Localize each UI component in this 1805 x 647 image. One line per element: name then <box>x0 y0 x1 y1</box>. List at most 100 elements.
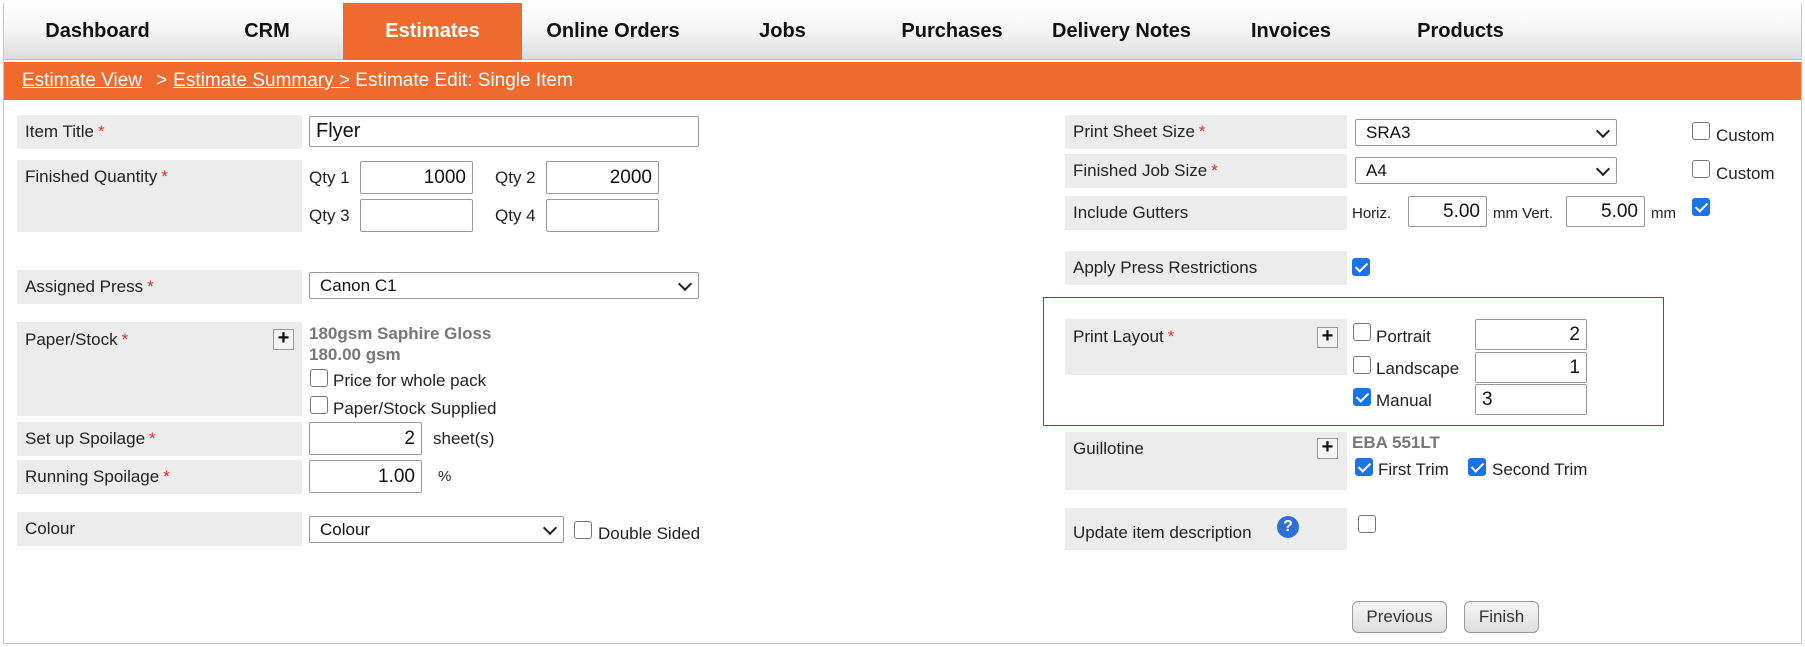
price-whole-pack-label: Price for whole pack <box>333 371 487 390</box>
qty3-input[interactable] <box>360 199 473 232</box>
job-custom-checkbox[interactable] <box>1692 160 1710 178</box>
assigned-press-select[interactable]: Canon C1 <box>309 272 699 299</box>
paper-supplied-label: Paper/Stock Supplied <box>333 399 497 418</box>
breadcrumb-separator: > <box>156 70 168 91</box>
gutter-end-label: mm <box>1651 205 1676 222</box>
running-spoilage-label-text: Running Spoilage <box>25 467 160 486</box>
breadcrumb-current: Estimate Edit: Single Item <box>355 70 573 91</box>
portrait-input[interactable] <box>1475 319 1587 350</box>
nav-invoices[interactable]: Invoices <box>1200 3 1382 60</box>
finished-quantity-label: Finished Quantity * <box>17 160 302 232</box>
item-title-input[interactable] <box>309 116 699 147</box>
nav-online-orders[interactable]: Online Orders <box>522 3 704 60</box>
nav-products[interactable]: Products <box>1382 3 1539 60</box>
manual-label: Manual <box>1376 391 1432 410</box>
assigned-press-value: Canon C1 <box>320 276 397 295</box>
print-sheet-size-select[interactable]: SRA3 <box>1355 119 1617 146</box>
qty1-input[interactable] <box>360 161 473 194</box>
manual-checkbox[interactable] <box>1353 388 1371 406</box>
colour-value: Colour <box>320 520 371 539</box>
breadcrumb-estimate-view[interactable]: Estimate View <box>22 70 142 91</box>
double-sided-checkbox[interactable] <box>574 521 592 539</box>
gutter-vert-input[interactable] <box>1566 196 1645 227</box>
update-description-label: Update item description <box>1065 508 1347 550</box>
assigned-press-label-text: Assigned Press <box>25 277 144 296</box>
running-spoilage-input[interactable] <box>309 460 422 493</box>
paper-stock-name: 180gsm Saphire Gloss <box>309 324 492 343</box>
update-description-checkbox[interactable] <box>1358 515 1376 533</box>
setup-spoilage-label: Set up Spoilage * <box>17 422 302 456</box>
gutter-horiz-label: Horiz. <box>1352 205 1392 222</box>
sheet-custom-checkbox[interactable] <box>1692 122 1710 140</box>
breadcrumb-estimate-summary[interactable]: Estimate Summary > <box>173 70 350 91</box>
update-description-label-text: Update item description <box>1073 523 1252 542</box>
sheet-custom-label: Custom <box>1716 126 1775 145</box>
nav-delivery-notes[interactable]: Delivery Notes <box>1043 3 1200 60</box>
nav-jobs[interactable]: Jobs <box>704 3 861 60</box>
finish-button[interactable]: Finish <box>1464 601 1539 633</box>
chevron-down-icon <box>542 520 558 536</box>
paper-supplied-checkbox[interactable] <box>310 396 328 414</box>
qty3-label: Qty 3 <box>309 206 350 225</box>
print-sheet-size-label: Print Sheet Size * <box>1065 115 1347 149</box>
qty2-input[interactable] <box>546 161 659 194</box>
guillotine-name: EBA 551LT <box>1352 433 1440 452</box>
finished-quantity-label-text: Finished Quantity <box>25 167 158 186</box>
help-icon[interactable]: ? <box>1277 516 1299 538</box>
nav-purchases[interactable]: Purchases <box>861 3 1043 60</box>
portrait-label: Portrait <box>1376 327 1431 346</box>
first-trim-checkbox[interactable] <box>1355 458 1373 476</box>
paper-stock-weight: 180.00 gsm <box>309 345 401 364</box>
chevron-down-icon <box>1595 161 1611 177</box>
landscape-checkbox[interactable] <box>1353 356 1371 374</box>
apply-press-restrictions-label-text: Apply Press Restrictions <box>1073 258 1258 277</box>
required-marker: * <box>161 167 168 186</box>
nav-dashboard[interactable]: Dashboard <box>4 3 191 60</box>
price-whole-pack-checkbox[interactable] <box>310 369 328 387</box>
landscape-label: Landscape <box>1376 359 1460 378</box>
apply-press-restrictions-checkbox[interactable] <box>1352 258 1370 276</box>
previous-button[interactable]: Previous <box>1352 601 1447 633</box>
finished-job-size-value: A4 <box>1366 161 1387 180</box>
chevron-down-icon <box>1595 123 1611 139</box>
required-marker: * <box>97 122 105 141</box>
add-guillotine-plus-icon[interactable]: + <box>1317 437 1338 459</box>
manual-input[interactable] <box>1475 384 1587 415</box>
colour-label-text: Colour <box>25 519 76 538</box>
first-trim-label: First Trim <box>1378 460 1449 479</box>
apply-press-restrictions-label: Apply Press Restrictions <box>1065 251 1347 285</box>
required-marker: * <box>149 429 156 448</box>
finished-job-size-label-text: Finished Job Size <box>1073 161 1208 180</box>
setup-spoilage-input[interactable] <box>309 422 422 455</box>
item-title-label: Item Title * <box>17 115 302 149</box>
required-marker: * <box>147 277 154 296</box>
finished-job-size-select[interactable]: A4 <box>1355 157 1617 184</box>
gutter-horiz-input[interactable] <box>1408 196 1487 227</box>
qty4-input[interactable] <box>546 199 659 232</box>
item-title-label-text: Item Title <box>25 122 94 141</box>
job-custom-label: Custom <box>1716 164 1775 183</box>
finished-job-size-label: Finished Job Size * <box>1065 154 1347 188</box>
paper-stock-label: Paper/Stock * <box>17 322 302 416</box>
include-gutters-label-text: Include Gutters <box>1073 203 1189 222</box>
breadcrumb: Estimate View > Estimate Summary > Estimat… <box>4 62 1801 100</box>
required-marker: * <box>163 467 170 486</box>
print-layout-label: Print Layout * <box>1065 319 1347 375</box>
chevron-down-icon <box>677 276 693 292</box>
landscape-input[interactable] <box>1475 352 1587 383</box>
guillotine-label-text: Guillotine <box>1073 439 1144 458</box>
add-paper-plus-icon[interactable]: + <box>273 328 294 350</box>
add-layout-plus-icon[interactable]: + <box>1317 326 1338 348</box>
nav-crm[interactable]: CRM <box>191 3 343 60</box>
top-nav: Dashboard CRM Estimates Online Orders Jo… <box>4 3 1801 60</box>
portrait-checkbox[interactable] <box>1353 323 1371 341</box>
colour-select[interactable]: Colour <box>309 516 564 543</box>
paper-stock-label-text: Paper/Stock <box>25 330 118 349</box>
include-gutters-checkbox[interactable] <box>1692 198 1710 216</box>
include-gutters-label: Include Gutters <box>1065 196 1347 230</box>
setup-spoilage-unit: sheet(s) <box>433 429 495 448</box>
required-marker: * <box>1167 327 1175 346</box>
colour-label: Colour <box>17 512 302 546</box>
nav-estimates[interactable]: Estimates <box>343 3 522 60</box>
second-trim-checkbox[interactable] <box>1468 458 1486 476</box>
